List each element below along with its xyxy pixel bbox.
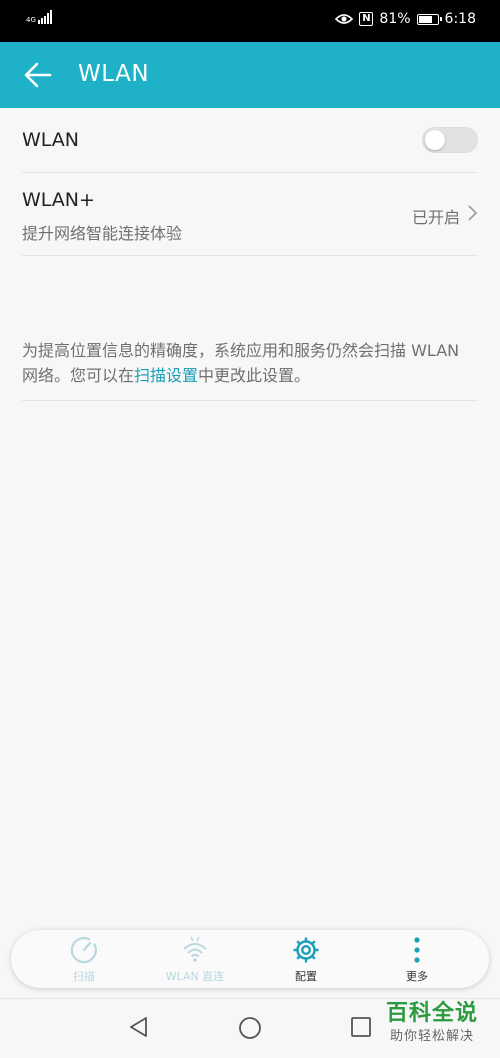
eye-icon (335, 14, 354, 24)
back-arrow-icon (24, 62, 52, 88)
toolbar-wifi-direct-button[interactable]: WLAN 直连 (145, 930, 245, 988)
gear-icon (293, 937, 319, 963)
toolbar-configure-label: 配置 (295, 970, 317, 983)
app-bar: WLAN (0, 42, 500, 108)
back-button[interactable] (22, 60, 54, 90)
network-type: 4G (26, 16, 36, 24)
clock: 6:18 (444, 11, 476, 27)
watermark-title: 百科全说 (385, 1001, 478, 1026)
wlan-plus-status: 已开启 (411, 208, 460, 227)
watermark-subtitle: 助你轻松解决 (389, 1029, 474, 1044)
nav-back-icon (130, 1017, 147, 1037)
switch-knob (425, 130, 445, 150)
status-bar: 4G N 81% 6:18 (0, 0, 500, 42)
wlan-plus-subtitle: 提升网络智能连接体验 (22, 224, 183, 243)
bottom-toolbar: 扫描 WLAN 直连 配置 更多 (11, 930, 489, 988)
toolbar-more-button[interactable]: 更多 (367, 930, 467, 988)
more-vertical-icon (414, 937, 420, 963)
wlan-plus-row[interactable]: WLAN+ 提升网络智能连接体验 已开启 (22, 173, 478, 256)
nav-home-button[interactable] (238, 1016, 262, 1044)
nav-back-button[interactable] (128, 1016, 150, 1042)
signal-indicator: 4G (26, 10, 52, 24)
toolbar-more-label: 更多 (406, 970, 428, 983)
wifi-direct-icon (183, 936, 207, 962)
battery-icon (416, 13, 442, 25)
wlan-plus-label: WLAN+ (22, 189, 95, 211)
battery-percent: 81% (379, 11, 411, 27)
scan-icon (70, 936, 97, 964)
nav-recent-icon (351, 1017, 371, 1037)
wlan-switch[interactable] (422, 127, 478, 153)
toolbar-configure-button[interactable]: 配置 (256, 930, 356, 988)
signal-icon (37, 10, 52, 24)
scan-settings-link[interactable]: 扫描设置 (134, 366, 198, 385)
chevron-right-icon (468, 205, 478, 221)
toolbar-wifi-direct-label: WLAN 直连 (165, 970, 225, 983)
status-icons: N 81% 6:18 (335, 11, 476, 27)
nfc-icon: N (359, 12, 374, 26)
nav-recent-button[interactable] (350, 1016, 372, 1042)
nav-home-icon (239, 1017, 261, 1039)
page-title: WLAN (78, 61, 150, 87)
wlan-toggle-row[interactable]: WLAN (22, 108, 478, 173)
info-text-after: 中更改此设置。 (198, 366, 311, 385)
wlan-label: WLAN (22, 129, 80, 151)
toolbar-scan-button[interactable]: 扫描 (34, 930, 134, 988)
toolbar-scan-label: 扫描 (73, 970, 95, 983)
watermark-logo: 百科全说 助你轻松解决 (372, 1000, 492, 1046)
scan-info-text: 为提高位置信息的精确度，系统应用和服务仍然会扫描 WLAN 网络。您可以在扫描设… (22, 338, 478, 401)
